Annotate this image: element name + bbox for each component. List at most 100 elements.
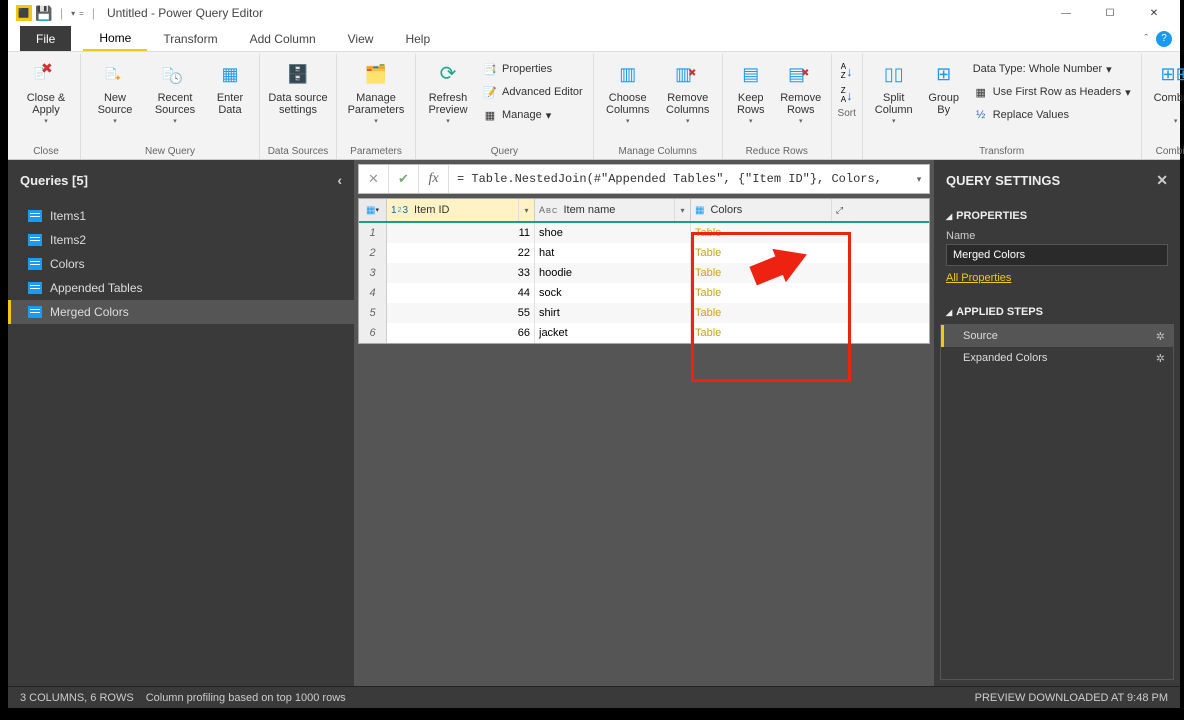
sort-asc-button[interactable]: AZ↓: [836, 60, 858, 82]
qat-eq-icon: =: [79, 9, 84, 18]
close-apply-button[interactable]: 📄✖ Close & Apply▾: [18, 56, 74, 144]
advanced-editor-button[interactable]: 📝Advanced Editor: [478, 81, 587, 103]
qat-dropdown-icon[interactable]: ▾: [71, 9, 75, 18]
column-header-colors[interactable]: ▦Colors⤢: [691, 199, 847, 221]
manage-parameters-button[interactable]: 🗂️Manage Parameters▾: [343, 56, 409, 144]
cell-item-id[interactable]: 33: [387, 263, 535, 283]
collapse-ribbon-icon[interactable]: ˆ: [1136, 26, 1156, 51]
query-item[interactable]: Appended Tables: [8, 276, 354, 300]
cell-item-id[interactable]: 55: [387, 303, 535, 323]
cell-item-name[interactable]: shoe: [535, 223, 691, 243]
cell-item-id[interactable]: 11: [387, 223, 535, 243]
column-header-item-id[interactable]: 123Item ID▾: [387, 199, 535, 221]
separator: |: [56, 6, 67, 20]
cell-item-name[interactable]: jacket: [535, 323, 691, 343]
close-button[interactable]: ✕: [1132, 0, 1176, 26]
ribbon: 📄✖ Close & Apply▾ Close 📄✦New Source▾ 📄🕓…: [8, 52, 1180, 160]
formula-input[interactable]: = Table.NestedJoin(#"Appended Tables", {…: [449, 172, 909, 186]
table-row[interactable]: 444sockTable: [359, 283, 929, 303]
remove-rows-button[interactable]: ▤✖Remove Rows▾: [777, 56, 825, 144]
refresh-preview-button[interactable]: ⟳Refresh Preview▾: [422, 56, 474, 144]
queries-list: Items1Items2ColorsAppended TablesMerged …: [8, 200, 354, 328]
new-source-button[interactable]: 📄✦New Source▾: [87, 56, 143, 144]
cell-colors[interactable]: Table: [691, 223, 847, 243]
properties-section: PROPERTIES Name All Properties: [934, 200, 1180, 296]
replace-values-button[interactable]: ½Replace Values: [969, 104, 1135, 126]
collapse-queries-icon[interactable]: ‹: [337, 172, 342, 188]
query-options: 📑Properties 📝Advanced Editor ▦Manage ▾: [478, 56, 587, 144]
advanced-editor-icon: 📝: [482, 84, 498, 100]
table-row[interactable]: 666jacketTable: [359, 323, 929, 343]
keep-rows-icon: ▤: [735, 58, 767, 90]
formula-bar: ✕ ✔ fx = Table.NestedJoin(#"Appended Tab…: [358, 164, 930, 194]
cell-colors[interactable]: Table: [691, 283, 847, 303]
query-name-input[interactable]: [946, 244, 1168, 266]
tab-add-column[interactable]: Add Column: [234, 26, 332, 51]
commit-formula-button[interactable]: ✔: [389, 165, 419, 193]
ribbon-tabs: File Home Transform Add Column View Help…: [8, 26, 1180, 52]
tab-view[interactable]: View: [332, 26, 390, 51]
cell-colors[interactable]: Table: [691, 323, 847, 343]
manage-button[interactable]: ▦Manage ▾: [478, 104, 587, 126]
first-row-headers-button[interactable]: ▦Use First Row as Headers ▾: [969, 81, 1135, 103]
tab-transform[interactable]: Transform: [147, 26, 233, 51]
ribbon-group-combine: ⊞⊞Combine▾ Combine: [1142, 54, 1184, 159]
cell-colors[interactable]: Table: [691, 303, 847, 323]
help-icon[interactable]: ?: [1156, 31, 1172, 47]
group-by-button[interactable]: ⊞Group By: [923, 56, 965, 144]
row-header-corner[interactable]: ▦▾: [359, 199, 387, 221]
cell-item-id[interactable]: 66: [387, 323, 535, 343]
data-source-settings-button[interactable]: 🗄️Data source settings: [266, 56, 330, 144]
tab-home[interactable]: Home: [83, 26, 147, 51]
cell-item-name[interactable]: hat: [535, 243, 691, 263]
query-item[interactable]: Colors: [8, 252, 354, 276]
expand-formula-button[interactable]: ▾: [909, 174, 929, 185]
query-item[interactable]: Merged Colors: [8, 300, 354, 324]
properties-button[interactable]: 📑Properties: [478, 58, 587, 80]
save-icon[interactable]: 💾: [36, 5, 52, 21]
gear-icon[interactable]: ✲: [1156, 352, 1165, 365]
row-number: 1: [359, 223, 387, 243]
new-source-icon: 📄✦: [99, 58, 131, 90]
fx-icon[interactable]: fx: [419, 165, 449, 193]
cell-item-id[interactable]: 22: [387, 243, 535, 263]
filter-icon[interactable]: ▾: [518, 199, 534, 221]
query-item[interactable]: Items2: [8, 228, 354, 252]
minimize-button[interactable]: —: [1044, 0, 1088, 26]
keep-rows-button[interactable]: ▤Keep Rows▾: [729, 56, 773, 144]
all-properties-link[interactable]: All Properties: [946, 266, 1011, 290]
tab-help[interactable]: Help: [389, 26, 446, 51]
expand-column-button[interactable]: ⤢: [831, 199, 847, 221]
sort-desc-button[interactable]: ZA↓: [836, 84, 858, 106]
title-bar: ⬛ 💾 | ▾ = | Untitled - Power Query Edito…: [8, 0, 1180, 26]
row-number: 2: [359, 243, 387, 263]
tab-file[interactable]: File: [20, 26, 71, 51]
table-row[interactable]: 222hatTable: [359, 243, 929, 263]
filter-icon[interactable]: ▾: [674, 199, 690, 221]
cell-item-name[interactable]: hoodie: [535, 263, 691, 283]
table-icon: [28, 282, 42, 294]
column-header-item-name[interactable]: ABCItem name▾: [535, 199, 691, 221]
data-type-button[interactable]: Data Type: Whole Number ▾: [969, 58, 1135, 80]
query-item[interactable]: Items1: [8, 204, 354, 228]
gear-icon[interactable]: ✲: [1156, 330, 1165, 343]
ribbon-group-query: ⟳Refresh Preview▾ 📑Properties 📝Advanced …: [416, 54, 594, 159]
choose-columns-button[interactable]: ▥Choose Columns▾: [600, 56, 656, 144]
cell-item-id[interactable]: 44: [387, 283, 535, 303]
cell-item-name[interactable]: sock: [535, 283, 691, 303]
table-row[interactable]: 555shirtTable: [359, 303, 929, 323]
cell-item-name[interactable]: shirt: [535, 303, 691, 323]
cancel-formula-button[interactable]: ✕: [359, 165, 389, 193]
maximize-button[interactable]: ☐: [1088, 0, 1132, 26]
recent-sources-button[interactable]: 📄🕓Recent Sources▾: [147, 56, 203, 144]
combine-button[interactable]: ⊞⊞Combine▾: [1148, 56, 1184, 144]
steps-title: APPLIED STEPS: [946, 302, 1168, 322]
applied-step[interactable]: Expanded Colors✲: [941, 347, 1173, 369]
table-row[interactable]: 333hoodieTable: [359, 263, 929, 283]
applied-step[interactable]: Source✲: [941, 325, 1173, 347]
close-settings-button[interactable]: ✕: [1156, 172, 1168, 189]
table-row[interactable]: 111shoeTable: [359, 223, 929, 243]
split-column-button[interactable]: ▯▯Split Column▾: [869, 56, 919, 144]
remove-columns-button[interactable]: ▥✖Remove Columns▾: [660, 56, 716, 144]
enter-data-button[interactable]: ▦Enter Data: [207, 56, 253, 144]
